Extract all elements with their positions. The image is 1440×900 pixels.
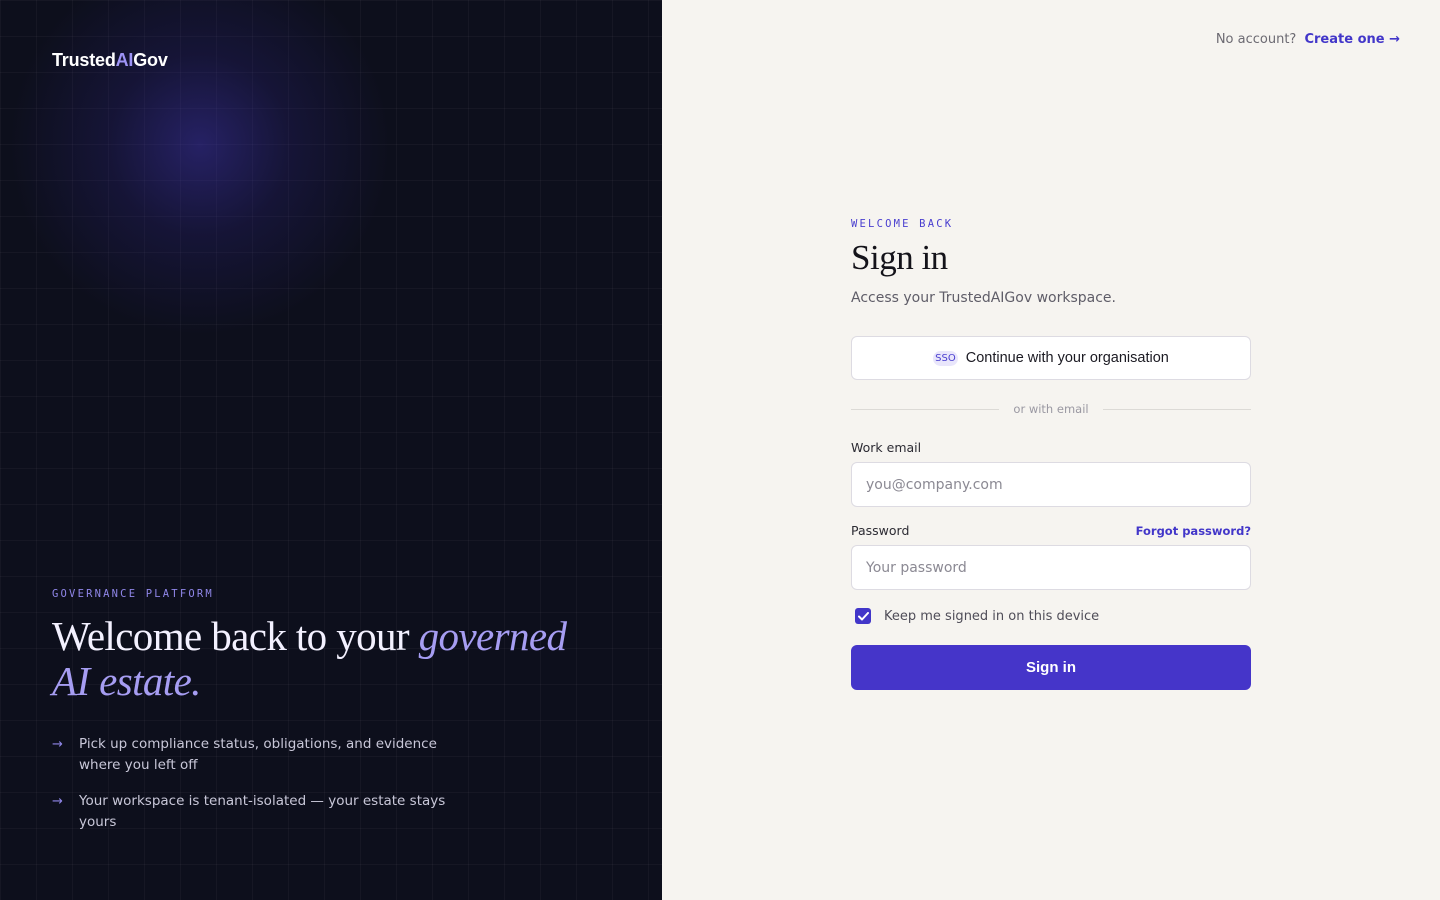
arrow-right-icon: → [52,794,63,809]
hero-headline-plain: Welcome back to your [52,613,419,659]
divider-line [851,408,1000,410]
password-field[interactable] [851,545,1251,590]
brand-logo[interactable]: TrustedAIGov [52,50,168,71]
create-account-link[interactable]: Create one → [1304,32,1400,47]
signin-panel: No account? Create one → WELCOME BACK Si… [662,0,1440,900]
hero-bullet-text: Pick up compliance status, obligations, … [79,736,437,773]
forgot-password-link[interactable]: Forgot password? [1136,524,1251,538]
sign-in-button[interactable]: Sign in [851,645,1251,690]
divider-text: or with email [1013,402,1089,416]
page-title: Sign in [851,238,948,277]
sso-icon: SSO [933,350,958,366]
arrow-right-icon: → [52,737,63,752]
hero-eyebrow: GOVERNANCE PLATFORM [52,588,214,600]
signin-form: WELCOME BACK Sign in Access your Trusted… [851,218,1252,690]
remember-me-row: Keep me signed in on this device [851,608,1251,624]
remember-me-label: Keep me signed in on this device [884,608,1100,624]
password-label: Password [851,523,910,538]
page-subtitle: Access your TrustedAIGov workspace. [851,290,1116,306]
logo-text-suffix: Gov [133,50,168,70]
hero-panel: TrustedAIGov GOVERNANCE PLATFORM Welcome… [0,0,662,900]
email-field-group: Work email [851,440,1251,507]
signup-prompt: No account? Create one → [1216,32,1400,47]
divider-line [1102,408,1252,410]
hero-bullet-text: Your workspace is tenant-isolated — your… [79,793,446,830]
checkmark-icon [857,611,869,620]
password-field-group: Password Forgot password? [851,523,1251,590]
signin-eyebrow: WELCOME BACK [851,218,954,230]
hero-bullet-list: → Pick up compliance status, obligations… [52,734,482,848]
hero-headline: Welcome back to your governed AI estate. [52,614,612,704]
remember-me-checkbox[interactable] [855,608,871,624]
email-label: Work email [851,440,922,455]
hero-bullet: → Your workspace is tenant-isolated — yo… [52,791,482,833]
or-divider: or with email [851,402,1252,416]
signup-prompt-text: No account? [1215,32,1297,47]
logo-text-prefix: Trusted [52,50,116,70]
sso-button-label: Continue with your organisation [965,350,1169,366]
email-field[interactable] [851,462,1251,507]
logo-text-highlight: AI [115,50,134,70]
hero-bullet: → Pick up compliance status, obligations… [52,734,482,776]
sso-button[interactable]: SSO Continue with your organisation [851,336,1251,380]
